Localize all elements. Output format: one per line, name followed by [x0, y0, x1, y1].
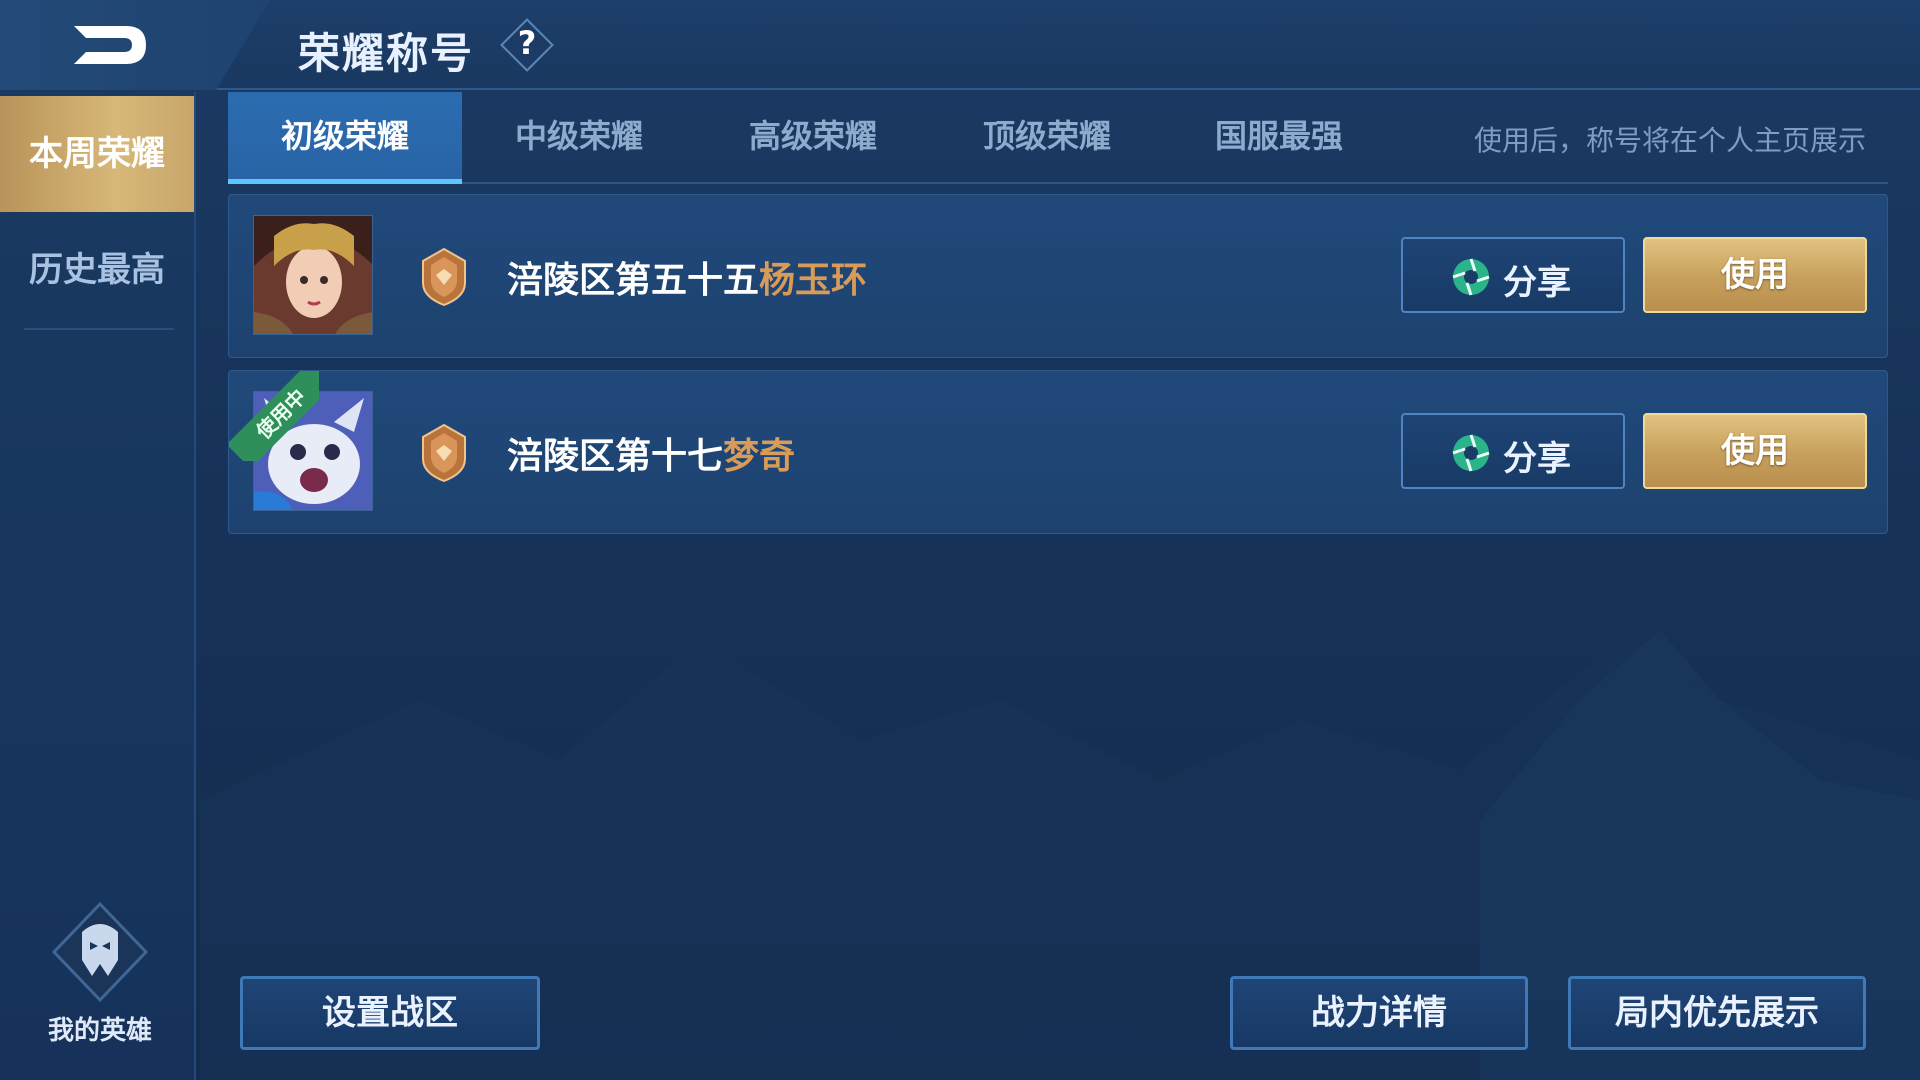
share-aperture-icon [1452, 258, 1490, 296]
title-prefix: 涪陵区第十七 [507, 436, 724, 477]
share-aperture-icon [1452, 434, 1490, 472]
share-button[interactable]: 分享 [1401, 413, 1625, 489]
rank-badge-icon [422, 423, 466, 483]
title-row: 使用中 涪陵区第十七梦奇 分享 使用 [228, 370, 1888, 534]
use-button[interactable]: 使用 [1643, 413, 1867, 489]
title-prefix: 涪陵区第五十五 [507, 260, 760, 301]
tab-intermediate-glory[interactable]: 中级荣耀 [462, 92, 696, 182]
hero-avatar-yangyuhuan [253, 215, 373, 335]
top-bar: 荣耀称号 ? [0, 0, 1920, 90]
help-button[interactable]: ? [500, 18, 554, 72]
question-mark-icon: ? [517, 24, 537, 62]
sidebar-divider [24, 328, 174, 330]
sidebar-item-history-best[interactable]: 历史最高 [0, 212, 194, 328]
priority-display-button[interactable]: 局内优先展示 [1568, 976, 1866, 1050]
sidebar-item-this-week[interactable]: 本周荣耀 [0, 96, 194, 212]
title-name: 涪陵区第五十五杨玉环 [507, 251, 867, 303]
tab-junior-glory[interactable]: 初级荣耀 [228, 92, 462, 184]
back-arrow-icon [74, 26, 146, 64]
in-use-ribbon: 使用中 [229, 371, 319, 461]
tab-bar: 初级荣耀 中级荣耀 高级荣耀 顶级荣耀 国服最强 使用后，称号将在个人主页展示 [228, 92, 1888, 184]
title-row: 涪陵区第五十五杨玉环 分享 使用 [228, 194, 1888, 358]
set-region-button[interactable]: 设置战区 [240, 976, 540, 1050]
my-hero-button[interactable]: 我的英雄 [30, 902, 170, 1052]
my-hero-label: 我的英雄 [47, 1016, 152, 1046]
tab-top-glory[interactable]: 顶级荣耀 [930, 92, 1164, 182]
back-button[interactable] [0, 0, 270, 90]
hero-portrait-icon [254, 216, 372, 334]
in-use-label: 使用中 [229, 371, 319, 461]
tab-national-strongest[interactable]: 国服最强 [1162, 92, 1396, 182]
tabs-hint-text: 使用后，称号将在个人主页展示 [1473, 124, 1866, 157]
share-label: 分享 [1503, 439, 1571, 479]
sidebar: 本周荣耀 历史最高 我的英雄 [0, 92, 196, 1080]
title-hero-name: 梦奇 [723, 436, 796, 477]
page-title: 荣耀称号 [298, 29, 475, 78]
title-name: 涪陵区第十七梦奇 [507, 427, 795, 479]
use-button[interactable]: 使用 [1643, 237, 1867, 313]
power-details-button[interactable]: 战力详情 [1230, 976, 1528, 1050]
rank-badge-icon [422, 247, 466, 307]
tab-advanced-glory[interactable]: 高级荣耀 [696, 92, 930, 182]
share-label: 分享 [1503, 263, 1571, 303]
hero-helmet-icon [52, 902, 148, 1002]
share-button[interactable]: 分享 [1401, 237, 1625, 313]
title-hero-name: 杨玉环 [759, 260, 868, 301]
